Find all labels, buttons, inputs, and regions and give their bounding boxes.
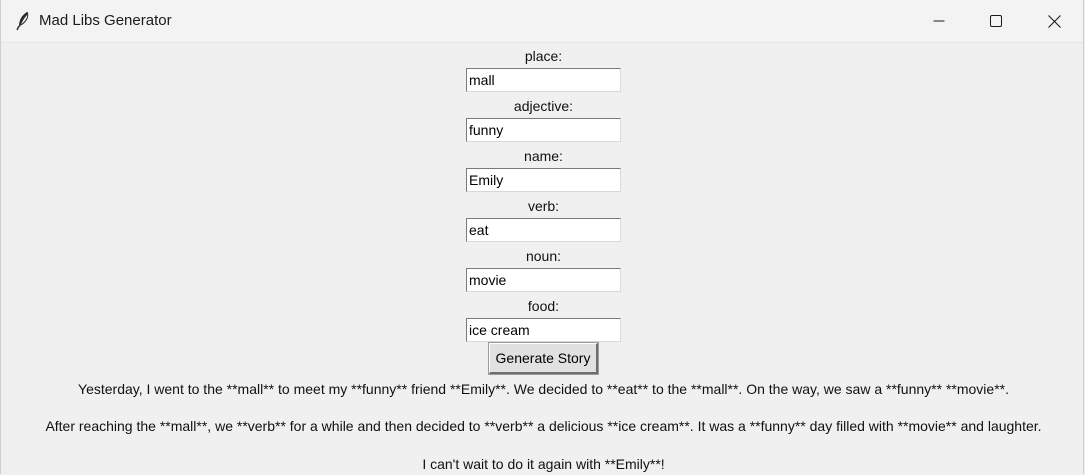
app-window: Mad Libs Generator place: adjective: nam… [0,0,1084,474]
minimize-button[interactable] [910,0,968,42]
verb-label: verb: [527,198,560,214]
feather-icon [16,11,29,31]
minimize-icon [933,20,945,22]
story-line-3: I can't wait to do it again with **Emily… [422,456,665,472]
name-input[interactable] [466,168,621,192]
maximize-button[interactable] [967,0,1025,42]
form-area: place: adjective: name: verb: noun: food… [1,43,1083,475]
adjective-input[interactable] [466,118,621,142]
verb-input[interactable] [466,218,621,242]
close-icon [1047,14,1061,28]
maximize-icon [990,15,1002,27]
story-line-1: Yesterday, I went to the **mall** to mee… [78,381,1009,397]
close-button[interactable] [1025,0,1083,42]
food-input[interactable] [466,318,621,342]
window-title: Mad Libs Generator [39,12,172,29]
title-bar[interactable]: Mad Libs Generator [1,0,1083,43]
name-label: name: [524,148,563,164]
food-label: food: [527,298,560,314]
generate-story-button[interactable]: Generate Story [489,343,598,374]
place-input[interactable] [466,68,621,92]
adjective-label: adjective: [513,98,574,114]
story-line-2: After reaching the **mall**, we **verb**… [45,418,1042,434]
place-label: place: [524,48,563,64]
noun-label: noun: [525,248,562,264]
noun-input[interactable] [466,268,621,292]
